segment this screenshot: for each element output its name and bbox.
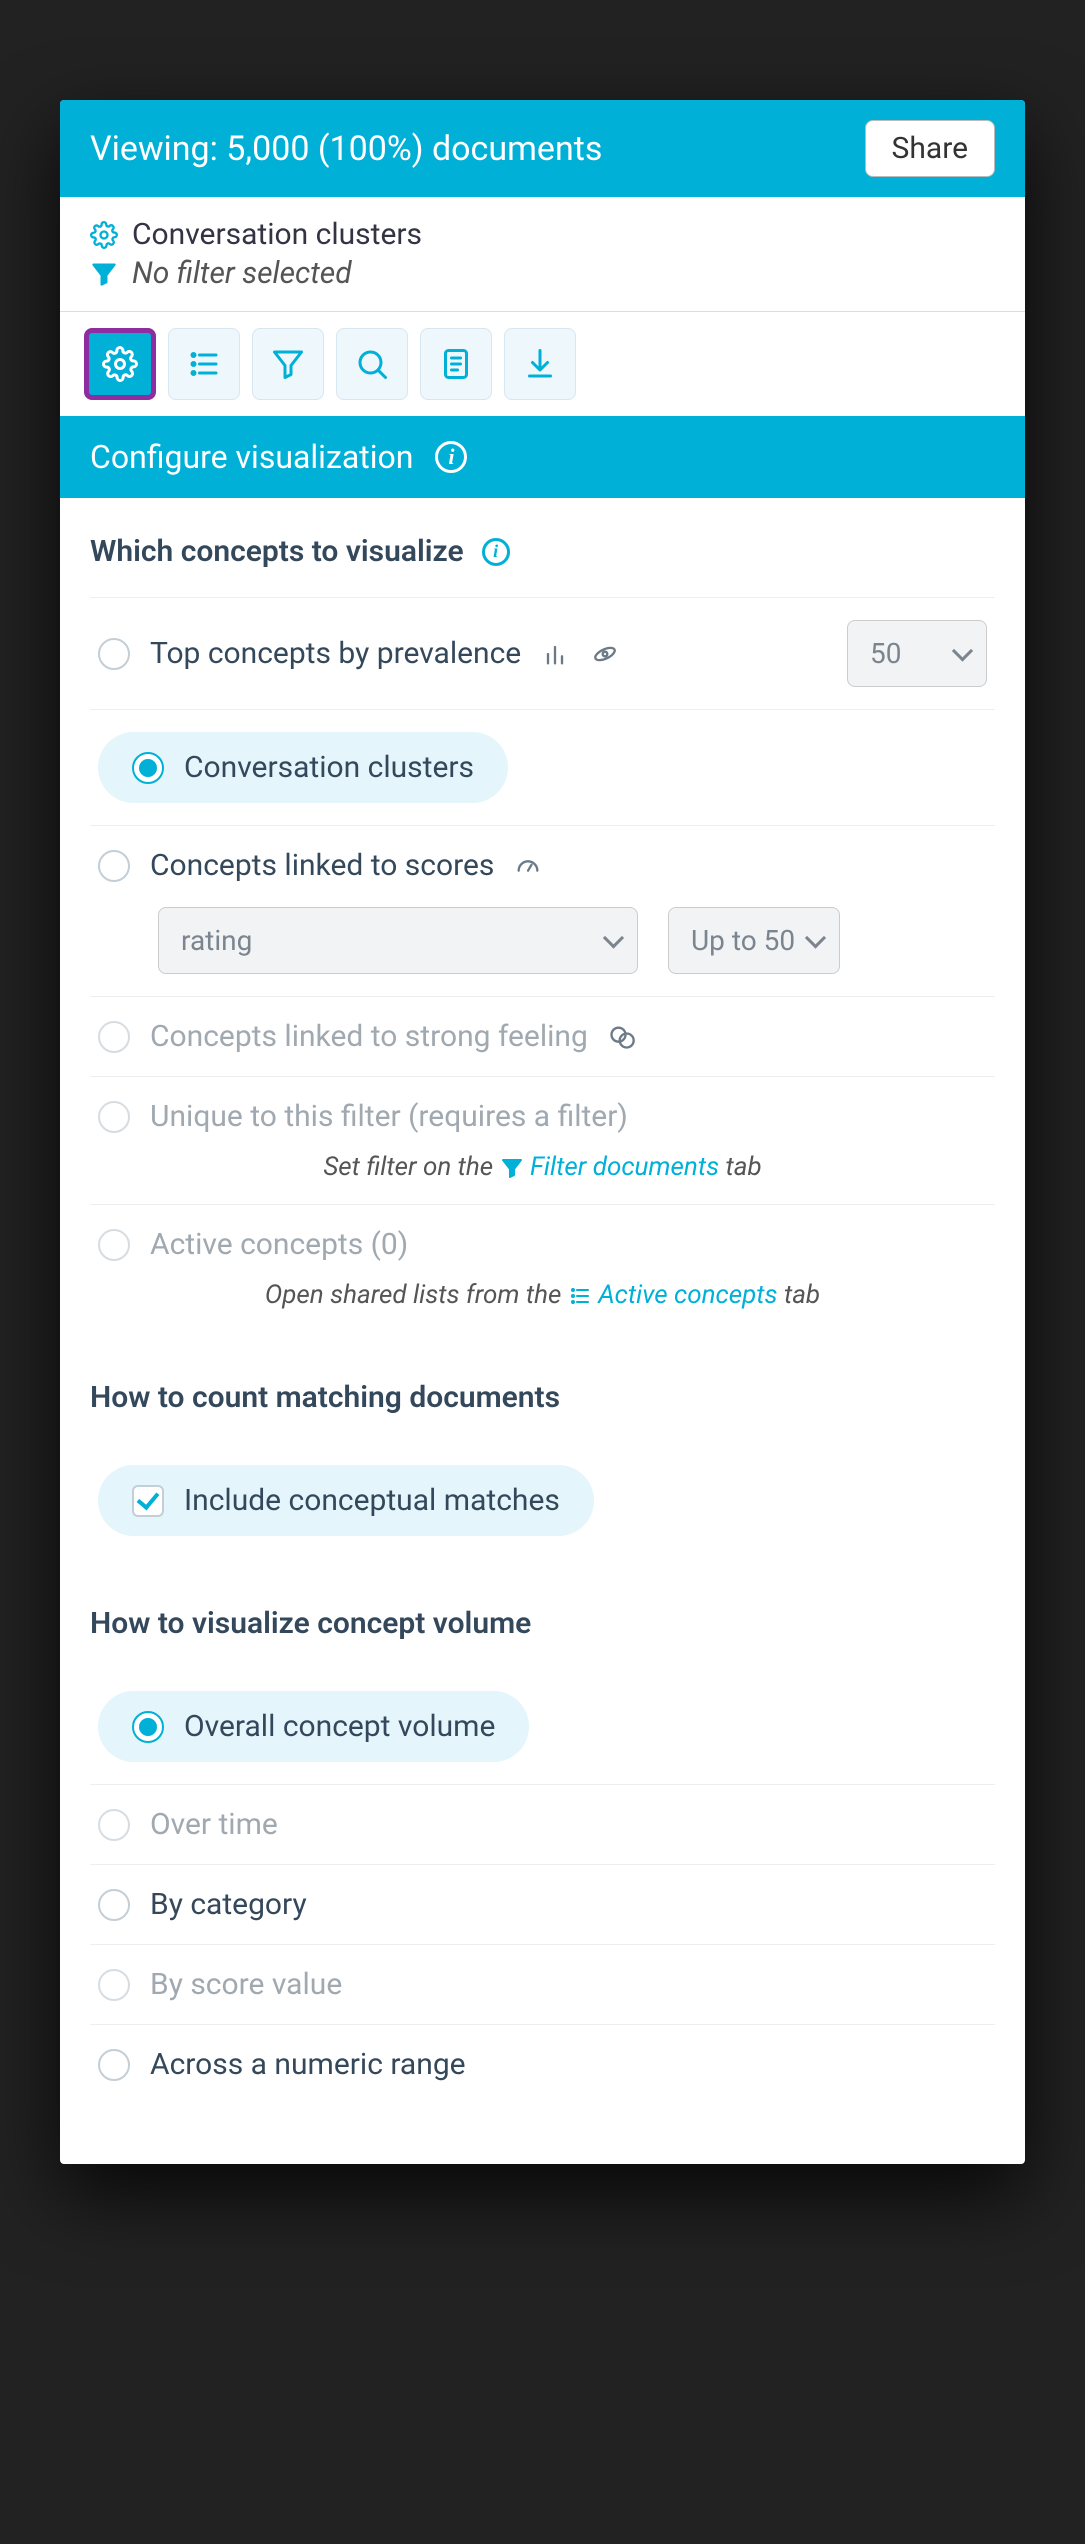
radio-numeric-range[interactable] <box>98 2049 130 2081</box>
share-button[interactable]: Share <box>865 120 995 177</box>
filter-icon <box>90 260 118 288</box>
section-title-bar: Configure visualization i <box>60 416 1025 498</box>
radio-over-time <box>98 1809 130 1841</box>
option-label: Active concepts (0) <box>150 1227 408 1262</box>
radio-clusters[interactable] <box>132 752 164 784</box>
download-icon <box>522 346 558 382</box>
filter-documents-link[interactable]: Filter documents <box>530 1152 719 1182</box>
option-label: Concepts linked to scores <box>150 848 494 883</box>
filter-icon <box>270 346 306 382</box>
option-strong-feeling: Concepts linked to strong feeling <box>90 996 995 1076</box>
config-panel: Viewing: 5,000 (100%) documents Share Co… <box>60 100 1025 2164</box>
radio-top-prevalence[interactable] <box>98 638 130 670</box>
filter-icon <box>500 1156 524 1180</box>
tab-configure[interactable] <box>84 328 156 400</box>
option-label: Overall concept volume <box>184 1709 495 1744</box>
radio-by-score <box>98 1969 130 2001</box>
info-icon[interactable]: i <box>435 441 467 473</box>
tab-download[interactable] <box>504 328 576 400</box>
radio-active-concepts <box>98 1229 130 1261</box>
option-label: Unique to this filter (requires a filter… <box>150 1099 628 1134</box>
option-label: Include conceptual matches <box>184 1483 560 1518</box>
option-label: Concepts linked to strong feeling <box>150 1019 588 1054</box>
option-clusters: Conversation clusters <box>90 709 995 825</box>
radio-overall-volume[interactable] <box>132 1711 164 1743</box>
active-concepts-link[interactable]: Active concepts <box>598 1280 777 1310</box>
radio-linked-scores[interactable] <box>98 850 130 882</box>
gauge-icon <box>514 852 542 880</box>
search-icon <box>354 346 390 382</box>
galaxy-icon <box>591 640 619 668</box>
option-active-concepts: Active concepts (0) Open shared lists fr… <box>90 1204 995 1332</box>
counting-group-title: How to count matching documents <box>90 1380 995 1415</box>
option-label: By category <box>150 1887 307 1922</box>
faces-icon <box>608 1023 636 1051</box>
option-by-score: By score value <box>90 1944 995 2024</box>
gear-icon <box>90 221 118 249</box>
tab-active-concepts[interactable] <box>168 328 240 400</box>
tab-filter-documents[interactable] <box>252 328 324 400</box>
bar-chart-icon <box>541 640 569 668</box>
option-label: Across a numeric range <box>150 2047 466 2082</box>
section-title: Configure visualization <box>90 438 413 476</box>
current-filter: No filter selected <box>90 256 995 291</box>
unique-filter-hint: Set filter on the Filter documents tab <box>98 1134 987 1182</box>
top-count-select[interactable]: 50 <box>847 620 987 687</box>
option-top-prevalence: Top concepts by prevalence 50 <box>90 597 995 709</box>
list-icon <box>568 1284 592 1308</box>
radio-by-category[interactable] <box>98 1889 130 1921</box>
option-over-time: Over time <box>90 1784 995 1864</box>
option-label: Over time <box>150 1807 278 1842</box>
toolbar <box>60 312 1025 400</box>
visualization-name: Conversation clusters <box>132 217 422 252</box>
info-icon[interactable]: i <box>482 538 510 566</box>
viewing-count: Viewing: 5,000 (100%) documents <box>90 129 602 169</box>
active-concepts-hint: Open shared lists from the Active concep… <box>98 1262 987 1310</box>
option-label: Conversation clusters <box>184 750 474 785</box>
volume-group-title: How to visualize concept volume <box>90 1606 995 1641</box>
document-icon <box>438 346 474 382</box>
score-field-select[interactable]: rating <box>158 907 638 974</box>
option-include-conceptual: Include conceptual matches <box>90 1443 995 1558</box>
header-bar: Viewing: 5,000 (100%) documents Share <box>60 100 1025 197</box>
tab-documents[interactable] <box>420 328 492 400</box>
option-linked-scores: Concepts linked to scores rating Up to 5… <box>90 825 995 996</box>
radio-strong-feeling <box>98 1021 130 1053</box>
option-label: By score value <box>150 1967 342 2002</box>
meta-strip: Conversation clusters No filter selected <box>60 197 1025 312</box>
option-by-category: By category <box>90 1864 995 1944</box>
scores-sub-controls: rating Up to 50 <box>98 883 987 974</box>
current-visualization: Conversation clusters <box>90 217 995 252</box>
option-numeric-range: Across a numeric range <box>90 2024 995 2104</box>
filter-name: No filter selected <box>132 256 352 291</box>
list-icon <box>186 346 222 382</box>
option-overall-volume: Overall concept volume <box>90 1669 995 1784</box>
checkbox-conceptual-matches[interactable] <box>132 1485 164 1517</box>
gear-icon <box>102 346 138 382</box>
tab-search[interactable] <box>336 328 408 400</box>
option-label: Top concepts by prevalence <box>150 636 521 671</box>
radio-unique-filter <box>98 1101 130 1133</box>
score-limit-select[interactable]: Up to 50 <box>668 907 840 974</box>
content-area: Which concepts to visualize i Top concep… <box>60 498 1025 2164</box>
option-unique-filter: Unique to this filter (requires a filter… <box>90 1076 995 1204</box>
concepts-group-title: Which concepts to visualize i <box>90 534 995 569</box>
